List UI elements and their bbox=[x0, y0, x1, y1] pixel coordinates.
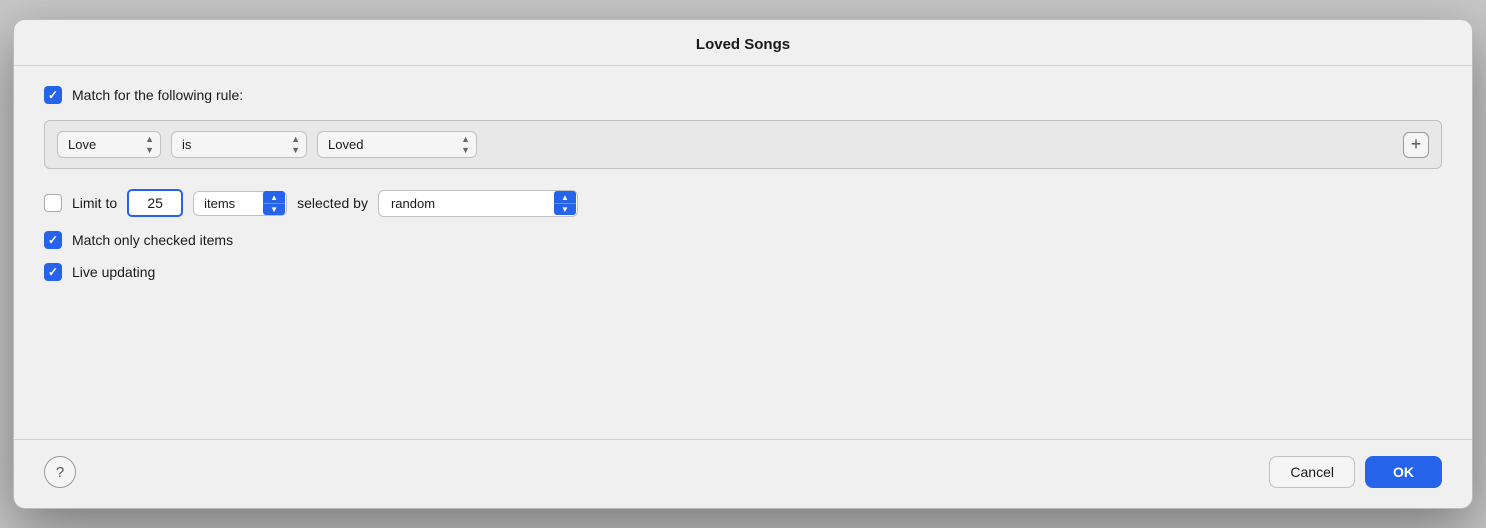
match-checked-label: Match only checked items bbox=[72, 232, 233, 248]
checkmark-icon: ✓ bbox=[48, 88, 58, 102]
random-select[interactable]: random most recently played least recent… bbox=[378, 190, 578, 217]
dialog: Loved Songs ✓ Match for the following ru… bbox=[13, 19, 1473, 509]
rules-area: Love Artist Album Genre Rating Play Coun… bbox=[44, 120, 1442, 169]
random-stepper-wrapper: random most recently played least recent… bbox=[378, 190, 578, 217]
dialog-title: Loved Songs bbox=[696, 36, 790, 53]
selected-by-label: selected by bbox=[297, 195, 368, 211]
dialog-body: ✓ Match for the following rule: Love Art… bbox=[14, 66, 1472, 439]
operator-select-wrapper: is is not contains does not contain ▲ ▼ bbox=[171, 131, 307, 158]
limit-checkbox[interactable] bbox=[44, 194, 62, 212]
value-select-wrapper: Loved Not Loved Liked ▲ ▼ bbox=[317, 131, 477, 158]
ok-button[interactable]: OK bbox=[1365, 456, 1442, 488]
footer-buttons: Cancel OK bbox=[1269, 456, 1442, 488]
cancel-button[interactable]: Cancel bbox=[1269, 456, 1355, 488]
limit-label: Limit to bbox=[72, 195, 117, 211]
items-unit-select[interactable]: items MB GB minutes hours bbox=[193, 191, 287, 216]
dialog-footer: ? Cancel OK bbox=[14, 439, 1472, 508]
live-updating-label: Live updating bbox=[72, 264, 155, 280]
field-select[interactable]: Love Artist Album Genre Rating Play Coun… bbox=[57, 131, 161, 158]
match-checked-checkbox[interactable]: ✓ bbox=[44, 231, 62, 249]
titlebar: Loved Songs bbox=[14, 20, 1472, 66]
match-checked-row: ✓ Match only checked items bbox=[44, 231, 1442, 249]
live-updating-checkmark: ✓ bbox=[48, 265, 58, 279]
match-rule-checkbox[interactable]: ✓ bbox=[44, 86, 62, 104]
add-rule-button[interactable]: + bbox=[1403, 132, 1429, 158]
match-rule-row: ✓ Match for the following rule: bbox=[44, 86, 1442, 104]
live-updating-checkbox[interactable]: ✓ bbox=[44, 263, 62, 281]
operator-select[interactable]: is is not contains does not contain bbox=[171, 131, 307, 158]
live-updating-row: ✓ Live updating bbox=[44, 263, 1442, 281]
help-button[interactable]: ? bbox=[44, 456, 76, 488]
match-rule-label: Match for the following rule: bbox=[72, 87, 243, 103]
rule-row: Love Artist Album Genre Rating Play Coun… bbox=[57, 131, 1429, 158]
limit-input[interactable] bbox=[127, 189, 183, 217]
value-select[interactable]: Loved Not Loved Liked bbox=[317, 131, 477, 158]
options-section: Limit to items MB GB minutes hours ▲ ▼ bbox=[44, 189, 1442, 281]
limit-row: Limit to items MB GB minutes hours ▲ ▼ bbox=[44, 189, 1442, 217]
field-select-wrapper: Love Artist Album Genre Rating Play Coun… bbox=[57, 131, 161, 158]
plus-icon: + bbox=[1411, 134, 1422, 155]
items-stepper-wrapper: items MB GB minutes hours ▲ ▼ bbox=[193, 191, 287, 216]
match-checked-checkmark: ✓ bbox=[48, 233, 58, 247]
help-icon: ? bbox=[56, 464, 64, 481]
